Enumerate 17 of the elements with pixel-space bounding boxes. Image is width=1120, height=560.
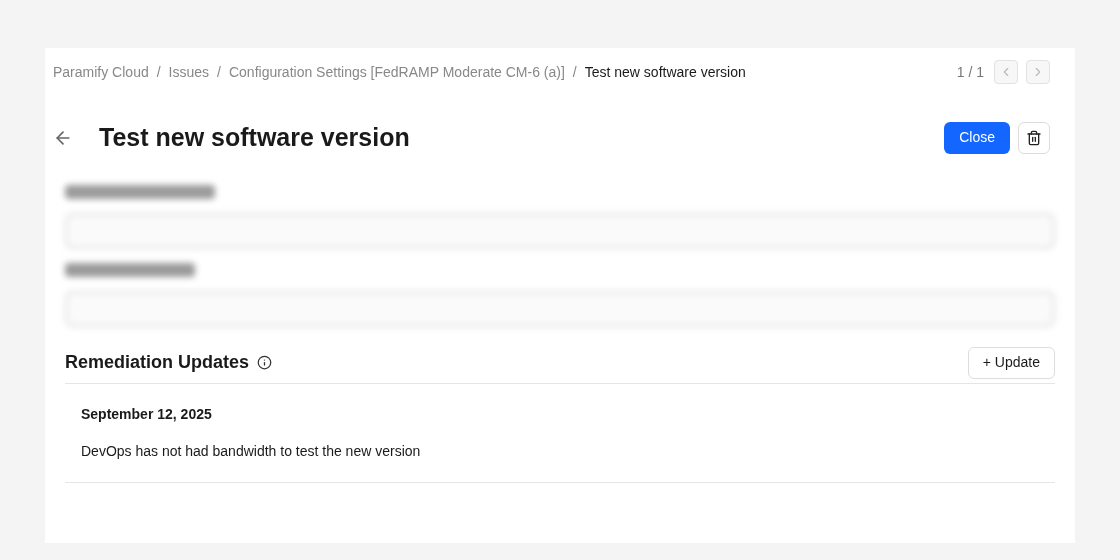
close-button[interactable]: Close: [944, 121, 1010, 154]
breadcrumb-current[interactable]: Test new software version: [584, 61, 746, 83]
trash-icon: [1026, 129, 1042, 146]
update-text: DevOps has not had bandwidth to test the new version: [81, 441, 422, 461]
breadcrumb-separator: /: [217, 62, 221, 82]
breadcrumb-link[interactable]: Paramify Cloud: [53, 61, 149, 83]
breadcrumb-link[interactable]: Configuration Settings [FedRAMP Moderate CM-6 (a)]: [228, 61, 565, 83]
breadcrumb-separator: /: [572, 62, 577, 82]
info-icon[interactable]: [257, 355, 273, 370]
section-title: Remediation Updates: [65, 351, 250, 374]
add-update-button[interactable]: + Update: [967, 346, 1055, 379]
page-title: Test new software version: [99, 122, 410, 153]
breadcrumb-link[interactable]: Issues: [168, 61, 210, 83]
update-date: September 12, 2025: [81, 404, 213, 424]
breadcrumb-separator: /: [156, 62, 161, 82]
delete-button[interactable]: [1018, 121, 1050, 154]
page-counter: 1 / 1: [956, 62, 984, 82]
